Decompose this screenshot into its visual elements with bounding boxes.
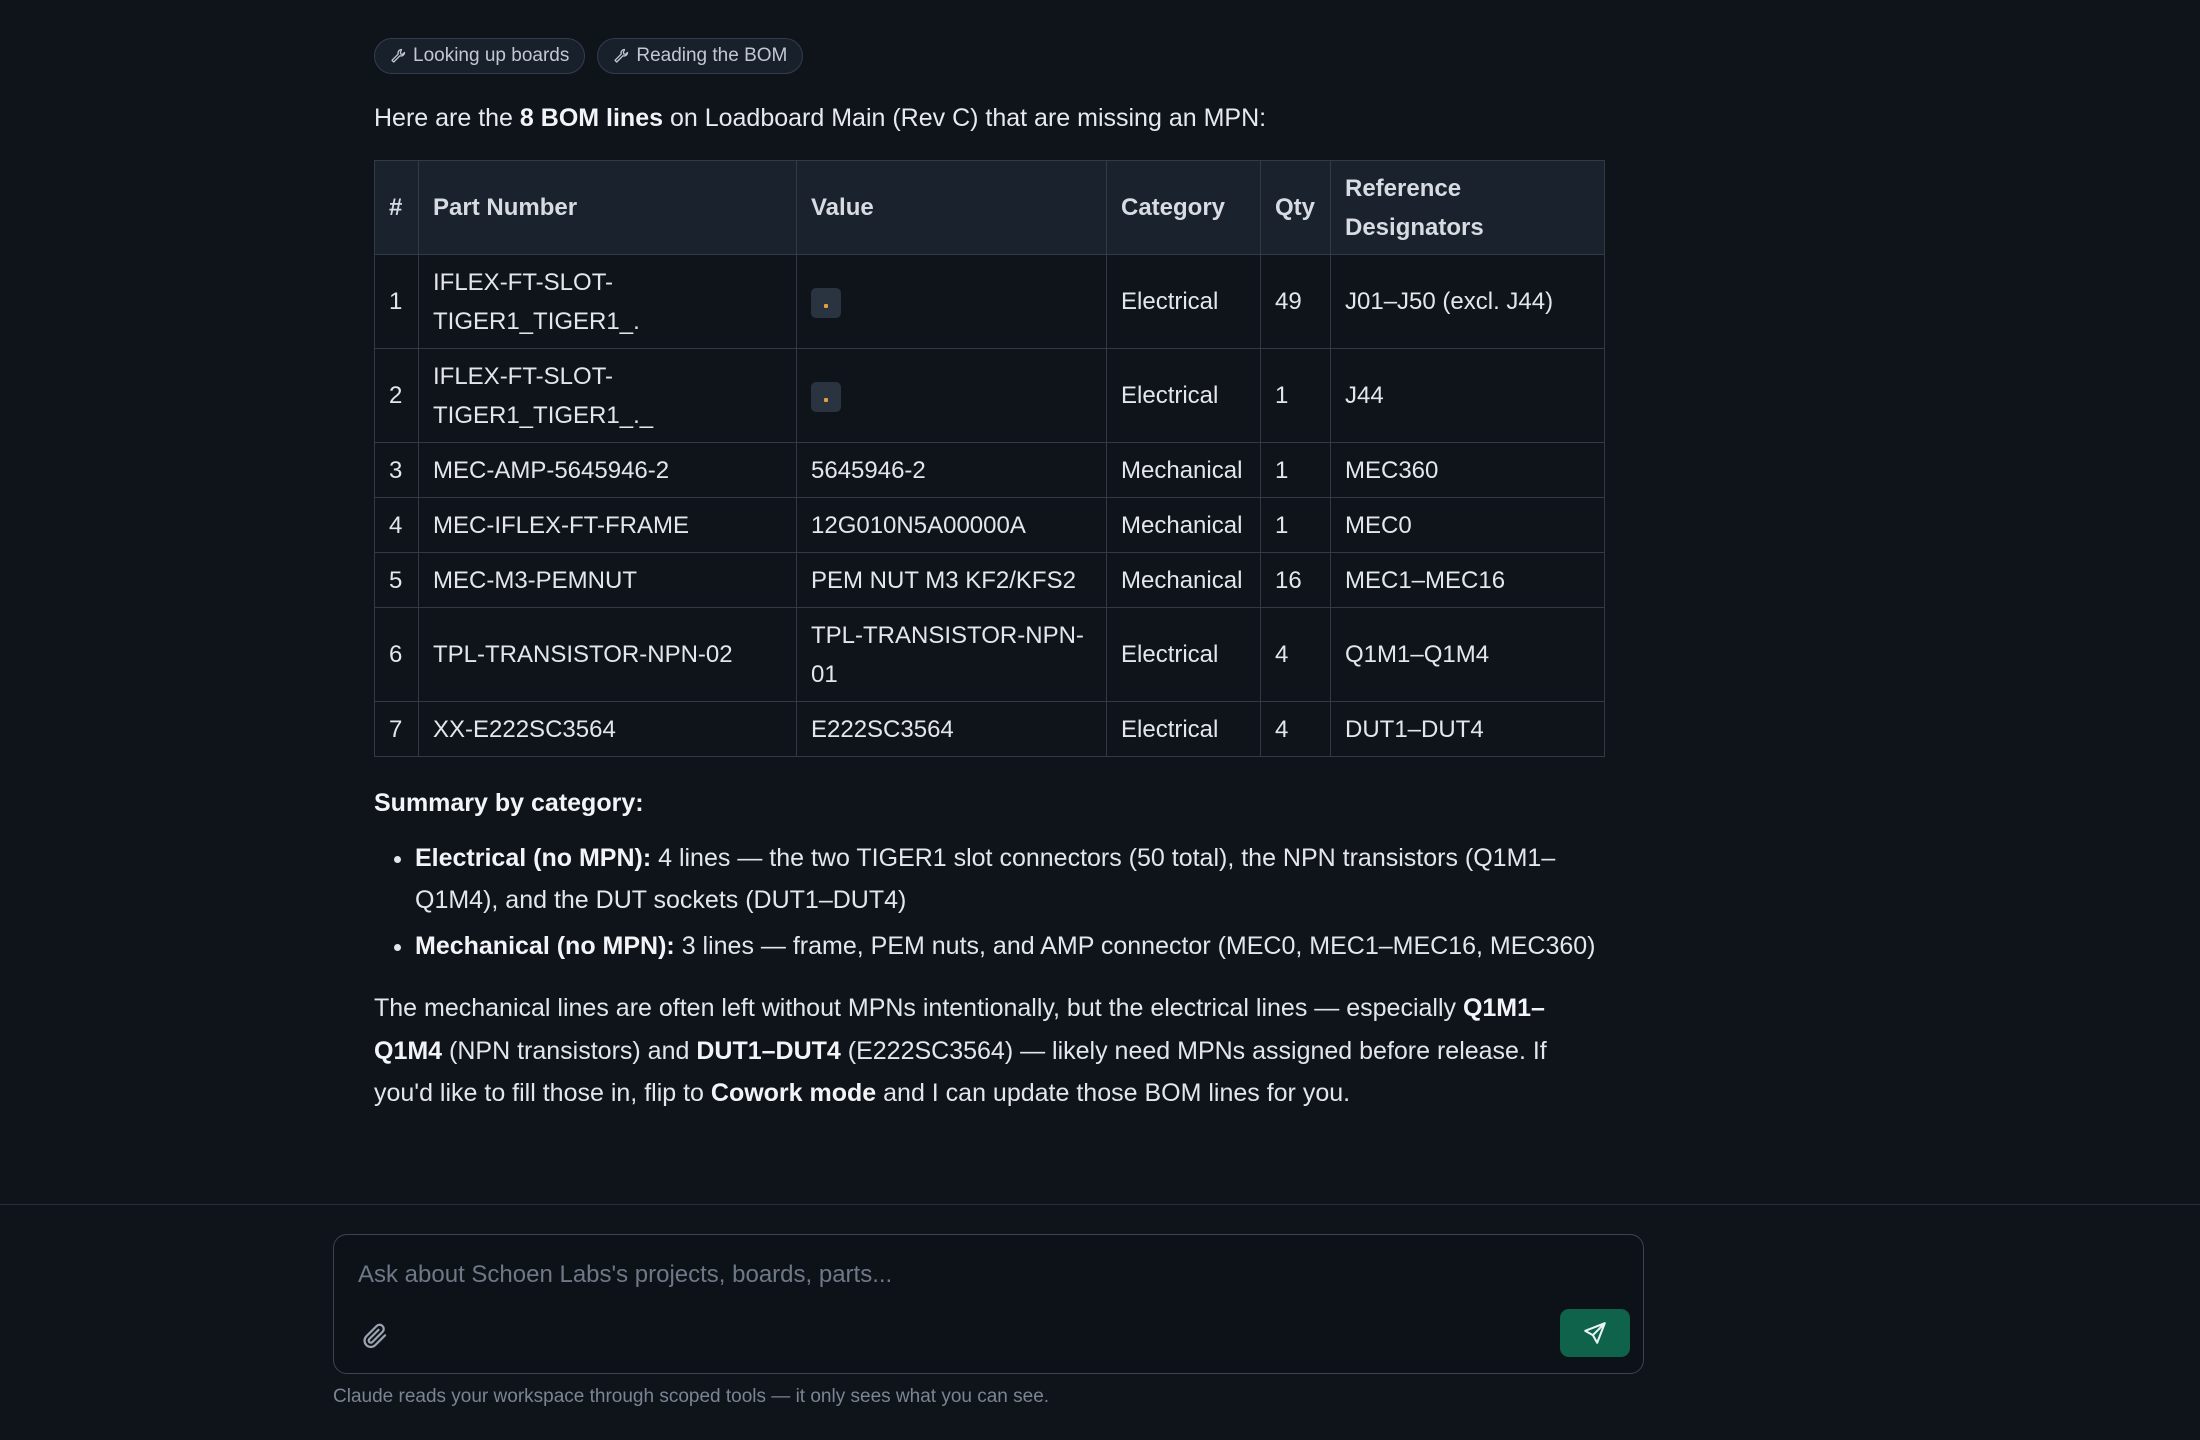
cell-category: Electrical [1106,701,1261,757]
cell-part-number: MEC-IFLEX-FT-FRAME [418,497,797,553]
header-number: # [374,160,419,255]
empty-value-code-chip [811,287,841,318]
cell-part-number: IFLEX-FT-SLOT-TIGER1_TIGER1_. [418,254,797,349]
chat-composer [333,1234,1644,1374]
tool-call-pills: Looking up boards Reading the BOM [374,38,1604,74]
table-row: 4 MEC-IFLEX-FT-FRAME 12G010N5A00000A Mec… [374,497,1605,553]
cell-reference-designators: MEC0 [1330,497,1605,553]
cell-reference-designators: MEC1–MEC16 [1330,552,1605,608]
intro-post: on Loadboard Main (Rev C) that are missi… [663,104,1267,132]
summary-item-text: 3 lines — frame, PEM nuts, and AMP conne… [674,932,1596,960]
cell-value: 12G010N5A00000A [796,497,1107,553]
closing-bold: DUT1–DUT4 [696,1036,841,1065]
paperclip-icon[interactable] [360,1321,390,1351]
wrench-icon [614,48,629,63]
closing-text: The mechanical lines are often left with… [374,994,1463,1022]
chat-input[interactable] [358,1255,1558,1295]
cell-part-number: MEC-M3-PEMNUT [418,552,797,608]
cell-category: Mechanical [1106,497,1261,553]
tool-pill-reading-bom[interactable]: Reading the BOM [597,38,804,74]
bom-table: # Part Number Value Category Qty Referen… [374,160,1605,757]
cell-value: 5645946-2 [796,442,1107,498]
cell-number: 4 [374,497,419,553]
cell-part-number: MEC-AMP-5645946-2 [418,442,797,498]
tool-pill-looking-up-boards[interactable]: Looking up boards [374,38,586,74]
cell-value [796,254,1107,349]
disclaimer-text: Claude reads your workspace through scop… [333,1386,1050,1407]
cell-number: 7 [374,701,419,757]
send-icon [1584,1322,1606,1344]
composer-divider [0,1204,2200,1205]
cell-reference-designators: DUT1–DUT4 [1330,701,1605,757]
cell-part-number: IFLEX-FT-SLOT-TIGER1_TIGER1_._ [418,348,797,443]
cell-qty: 4 [1260,607,1331,702]
send-button[interactable] [1560,1309,1630,1357]
table-row: 2 IFLEX-FT-SLOT-TIGER1_TIGER1_._ Electri… [374,348,1605,443]
cell-category: Electrical [1106,607,1261,702]
table-row: 5 MEC-M3-PEMNUT PEM NUT M3 KF2/KFS2 Mech… [374,552,1605,608]
cell-number: 1 [374,254,419,349]
cell-qty: 1 [1260,442,1331,498]
cell-reference-designators: J01–J50 (excl. J44) [1330,254,1605,349]
assistant-message: Looking up boards Reading the BOM Here a… [374,38,1605,1115]
cell-category: Mechanical [1106,552,1261,608]
cell-value: PEM NUT M3 KF2/KFS2 [796,552,1107,608]
table-row: 3 MEC-AMP-5645946-2 5645946-2 Mechanical… [374,442,1605,498]
intro-text: Here are the 8 BOM lines on Loadboard Ma… [374,100,1604,136]
closing-text: and I can update those BOM lines for you… [876,1079,1351,1107]
cell-number: 6 [374,607,419,702]
tool-pill-label: Looking up boards [413,45,570,66]
list-item: Mechanical (no MPN): 3 lines — frame, PE… [415,925,1604,967]
tool-pill-label: Reading the BOM [636,45,788,66]
wrench-icon [391,48,406,63]
cell-number: 3 [374,442,419,498]
cell-qty: 49 [1260,254,1331,349]
cell-value: TPL-TRANSISTOR-NPN-01 [796,607,1107,702]
table-row: 6 TPL-TRANSISTOR-NPN-02 TPL-TRANSISTOR-N… [374,607,1605,702]
summary-item-label: Electrical (no MPN): [415,844,652,872]
cell-reference-designators: J44 [1330,348,1605,443]
header-qty: Qty [1260,160,1331,255]
table-header-row: # Part Number Value Category Qty Referen… [374,160,1605,255]
table-row: 7 XX-E222SC3564 E222SC3564 Electrical 4 … [374,701,1605,757]
cell-category: Mechanical [1106,442,1261,498]
cell-reference-designators: Q1M1–Q1M4 [1330,607,1605,702]
list-item: Electrical (no MPN): 4 lines — the two T… [415,837,1604,921]
header-reference-designators: Reference Designators [1330,160,1605,255]
cell-reference-designators: MEC360 [1330,442,1605,498]
cell-value [796,348,1107,443]
cell-value: E222SC3564 [796,701,1107,757]
summary-list: Electrical (no MPN): 4 lines — the two T… [374,837,1604,967]
header-value: Value [796,160,1107,255]
summary-heading: Summary by category: [374,789,644,817]
cell-number: 5 [374,552,419,608]
intro-bold: 8 BOM lines [519,104,664,132]
header-part-number: Part Number [418,160,797,255]
empty-value-code-chip [811,381,841,412]
summary-item-label: Mechanical (no MPN): [415,932,675,960]
cell-number: 2 [374,348,419,443]
cell-qty: 4 [1260,701,1331,757]
header-category: Category [1106,160,1261,255]
cell-category: Electrical [1106,254,1261,349]
cell-qty: 1 [1260,348,1331,443]
cell-part-number: TPL-TRANSISTOR-NPN-02 [418,607,797,702]
cell-category: Electrical [1106,348,1261,443]
cell-qty: 1 [1260,497,1331,553]
intro-pre: Here are the [374,104,520,132]
cell-qty: 16 [1260,552,1331,608]
table-row: 1 IFLEX-FT-SLOT-TIGER1_TIGER1_. Electric… [374,254,1605,349]
cell-part-number: XX-E222SC3564 [418,701,797,757]
closing-text: (NPN transistors) and [442,1036,697,1065]
closing-bold: Cowork mode [710,1079,877,1107]
closing-paragraph: The mechanical lines are often left with… [374,987,1604,1115]
